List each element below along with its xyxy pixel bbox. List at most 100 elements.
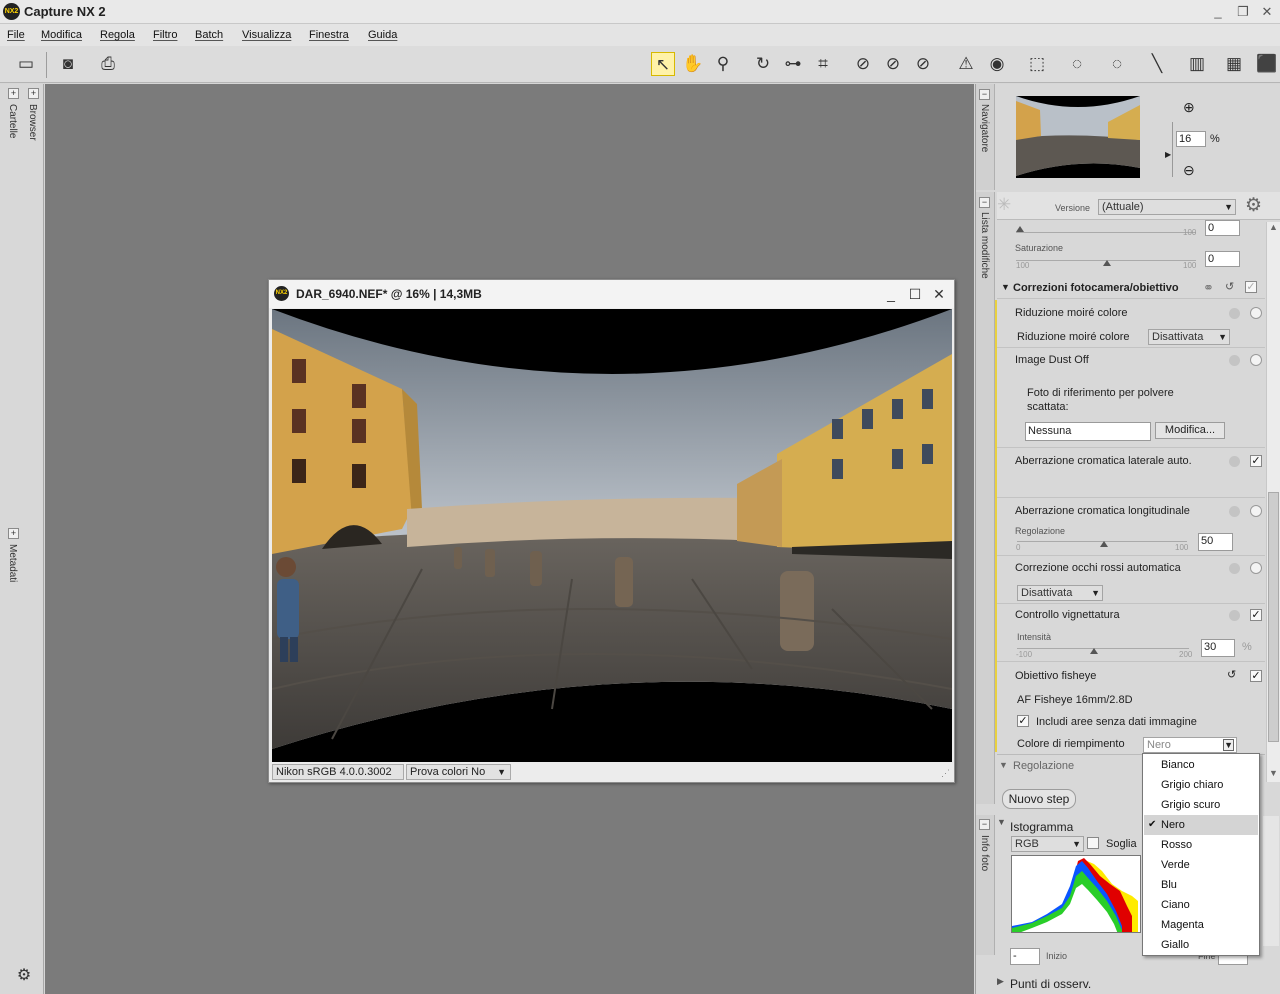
image-window-titlebar[interactable]: NX2 DAR_6940.NEF* @ 16% | 14,3MB _ ☐ ✕ bbox=[269, 280, 954, 308]
lasso-icon[interactable]: ◌ bbox=[1065, 52, 1089, 76]
crop-icon[interactable]: ⌗ bbox=[811, 52, 835, 76]
white-point-icon[interactable]: ⊘ bbox=[911, 52, 935, 76]
moire-enable-radio[interactable] bbox=[1250, 307, 1262, 319]
edit-list-scrollbar[interactable]: ▲ ▼ bbox=[1266, 222, 1280, 782]
marquee-icon[interactable]: ◌ bbox=[1105, 52, 1129, 76]
version-dropdown[interactable]: (Attuale) ▼ bbox=[1098, 199, 1236, 215]
scroll-up-icon[interactable]: ▲ bbox=[1267, 222, 1280, 236]
threshold-checkbox[interactable] bbox=[1087, 837, 1099, 849]
longitudinal-ca-radio[interactable] bbox=[1250, 505, 1262, 517]
navigator-thumbnail[interactable] bbox=[1016, 96, 1140, 178]
gradient-icon[interactable]: ▥ bbox=[1185, 52, 1209, 76]
camera-icon[interactable]: ◙ bbox=[56, 52, 80, 76]
expand-metadata-button[interactable]: + bbox=[8, 528, 19, 539]
moire-reset-icon[interactable] bbox=[1229, 308, 1240, 319]
expand-browser-button[interactable]: + bbox=[28, 88, 39, 99]
lateral-ca-reset-icon[interactable] bbox=[1229, 456, 1240, 467]
tab-lista-modifiche[interactable]: Lista modifiche bbox=[979, 212, 990, 279]
dust-enable-radio[interactable] bbox=[1250, 354, 1262, 366]
tab-navigatore[interactable]: Navigatore bbox=[979, 104, 990, 152]
collapse-arrow-icon[interactable]: ▼ bbox=[999, 760, 1008, 770]
longitudinal-ca-reset-icon[interactable] bbox=[1229, 506, 1240, 517]
collapse-edit-list-button[interactable]: − bbox=[979, 197, 990, 208]
direct-select-icon[interactable]: ↖ bbox=[651, 52, 675, 76]
fisheye-reset-icon[interactable]: ↺ bbox=[1227, 668, 1236, 681]
zoom-slider-thumb[interactable]: ▶ bbox=[1165, 150, 1171, 159]
moire-dropdown[interactable]: Disattivata ▼ bbox=[1148, 329, 1230, 345]
soft-proof-dropdown[interactable]: Prova colori No ▼ bbox=[406, 764, 511, 780]
collapse-arrow-icon[interactable]: ▼ bbox=[997, 817, 1006, 827]
restore-button[interactable]: ❐ bbox=[1232, 2, 1254, 22]
red-eye-icon[interactable]: ⚠ bbox=[954, 52, 978, 76]
neutral-point-icon[interactable]: ⊘ bbox=[881, 52, 905, 76]
tab-metadati[interactable]: Metadati bbox=[7, 544, 18, 582]
black-point-icon[interactable]: ⊘ bbox=[851, 52, 875, 76]
dust-ref-field[interactable]: Nessuna bbox=[1025, 422, 1151, 441]
fisheye-checkbox[interactable]: ✓ bbox=[1250, 670, 1262, 682]
image-minimize-button[interactable]: _ bbox=[882, 285, 900, 303]
fill-color-dropdown[interactable]: Nero ▼ bbox=[1143, 737, 1237, 753]
minimize-button[interactable]: _ bbox=[1207, 2, 1229, 22]
expand-folders-button[interactable]: + bbox=[8, 88, 19, 99]
histogram-start-field[interactable]: - bbox=[1010, 948, 1040, 965]
redeye-reset-icon[interactable] bbox=[1229, 563, 1240, 574]
vignette-checkbox[interactable]: ✓ bbox=[1250, 609, 1262, 621]
longitudinal-field[interactable]: 50 bbox=[1198, 533, 1233, 551]
photo-canvas[interactable] bbox=[272, 309, 952, 762]
menu-file[interactable]: File bbox=[7, 29, 25, 41]
brush-icon[interactable]: ╲ bbox=[1145, 52, 1169, 76]
collapse-arrow-icon[interactable]: ▼ bbox=[1001, 282, 1010, 292]
selection-icon[interactable]: ⬛ bbox=[1255, 52, 1279, 76]
color-control-point-icon[interactable]: ⬚ bbox=[1025, 52, 1049, 76]
option-magenta[interactable]: Magenta bbox=[1144, 915, 1258, 935]
menu-filtro[interactable]: Filtro bbox=[153, 29, 177, 41]
top-slider-field[interactable]: 0 bbox=[1205, 220, 1240, 236]
scroll-down-icon[interactable]: ▼ bbox=[1267, 768, 1280, 782]
image-maximize-button[interactable]: ☐ bbox=[906, 285, 924, 303]
vignette-slider-track[interactable] bbox=[1017, 648, 1189, 649]
menu-regola[interactable]: Regola bbox=[100, 29, 135, 41]
dust-reset-icon[interactable] bbox=[1229, 355, 1240, 366]
link-icon[interactable]: ⚭ bbox=[1203, 280, 1214, 296]
zoom-field[interactable]: 16 bbox=[1176, 131, 1206, 147]
option-nero[interactable]: ✔ Nero bbox=[1144, 815, 1258, 835]
tab-info-foto[interactable]: Info foto bbox=[979, 835, 990, 871]
tab-cartelle[interactable]: Cartelle bbox=[7, 104, 18, 138]
option-grigio-chiaro[interactable]: Grigio chiaro bbox=[1144, 775, 1258, 795]
resize-grip-icon[interactable]: ⋰ bbox=[941, 768, 950, 779]
histogram-scrollbar[interactable] bbox=[1263, 816, 1279, 946]
zoom-icon[interactable]: ⚲ bbox=[711, 52, 735, 76]
longitudinal-slider-thumb[interactable] bbox=[1100, 541, 1108, 547]
option-grigio-scuro[interactable]: Grigio scuro bbox=[1144, 795, 1258, 815]
option-bianco[interactable]: Bianco bbox=[1144, 755, 1258, 775]
saturation-field[interactable]: 0 bbox=[1205, 251, 1240, 267]
menu-batch[interactable]: Batch bbox=[195, 29, 223, 41]
option-rosso[interactable]: Rosso bbox=[1144, 835, 1258, 855]
menu-finestra[interactable]: Finestra bbox=[309, 29, 349, 41]
collapse-photo-info-button[interactable]: − bbox=[979, 819, 990, 830]
straighten-icon[interactable]: ⊶ bbox=[781, 52, 805, 76]
zoom-in-icon[interactable]: ⊕ bbox=[1183, 99, 1195, 116]
auto-retouch-icon[interactable]: ◉ bbox=[985, 52, 1009, 76]
histogram-channel-dropdown[interactable]: RGB ▼ bbox=[1011, 836, 1084, 852]
expand-arrow-icon[interactable]: ▶ bbox=[997, 976, 1004, 987]
redeye-dropdown[interactable]: Disattivata ▼ bbox=[1017, 585, 1103, 601]
section-enable-checkbox[interactable]: ✓ bbox=[1245, 281, 1257, 293]
tab-browser[interactable]: Browser bbox=[27, 104, 38, 141]
vignette-field[interactable]: 30 bbox=[1201, 639, 1235, 657]
menu-visualizza[interactable]: Visualizza bbox=[242, 29, 291, 41]
menu-guida[interactable]: Guida bbox=[368, 29, 397, 41]
option-giallo[interactable]: Giallo bbox=[1144, 935, 1258, 955]
menu-modifica[interactable]: Modifica bbox=[41, 29, 82, 41]
dropdown-arrow-icon[interactable]: ▼ bbox=[1223, 739, 1234, 751]
dust-modify-button[interactable]: Modifica... bbox=[1155, 422, 1225, 439]
edit-list-settings-gear-icon[interactable]: ⚙ bbox=[1245, 194, 1262, 217]
vignette-reset-icon[interactable] bbox=[1229, 610, 1240, 621]
option-verde[interactable]: Verde bbox=[1144, 855, 1258, 875]
fill-icon[interactable]: ▦ bbox=[1222, 52, 1246, 76]
rotate-icon[interactable]: ↻ bbox=[751, 52, 775, 76]
zoom-out-icon[interactable]: ⊖ bbox=[1183, 162, 1195, 179]
watch-points-title[interactable]: Punti di osserv. bbox=[1010, 977, 1091, 991]
lateral-ca-checkbox[interactable]: ✓ bbox=[1250, 455, 1262, 467]
top-slider-track[interactable] bbox=[1016, 232, 1196, 233]
